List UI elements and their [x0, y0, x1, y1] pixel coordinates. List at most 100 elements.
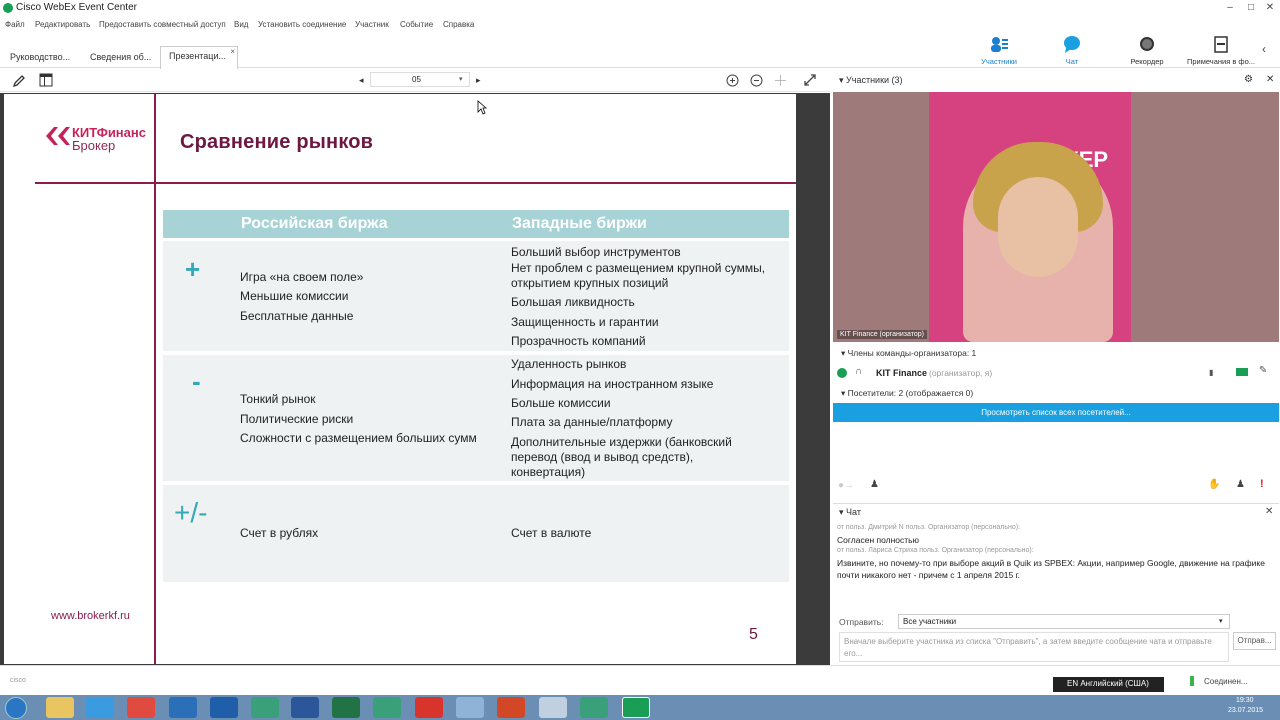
powerpoint-icon[interactable]	[497, 697, 525, 718]
video-camera-icon[interactable]	[1236, 368, 1248, 376]
presenter-ball-icon	[837, 368, 847, 378]
menu-event[interactable]: Событие	[400, 20, 433, 29]
menu-help[interactable]: Справка	[443, 20, 474, 29]
menu-file[interactable]: Файл	[5, 20, 25, 29]
chat-header[interactable]: ▾ Чат	[839, 507, 861, 518]
zoom-in-icon[interactable]	[726, 74, 739, 87]
menu-connect[interactable]: Установить соединение	[258, 20, 346, 29]
mic-icon[interactable]: ✎	[1259, 365, 1267, 376]
minus-west-2: Информация на иностранном языке	[511, 377, 714, 391]
more-icon[interactable]: ‹	[1262, 42, 1266, 56]
minus-ru-1: Тонкий рынок	[240, 392, 316, 406]
notes-icon	[1214, 36, 1228, 53]
minus-west-4: Плата за данные/платформу	[511, 415, 673, 429]
outlook-icon[interactable]	[210, 697, 238, 718]
zoom-out-icon[interactable]	[750, 74, 763, 87]
attendees-group-header[interactable]: ▾ Посетители: 2 (отображается 0)	[841, 388, 973, 399]
language-select[interactable]: EN Английский (США)	[1053, 677, 1164, 692]
fit-icon[interactable]	[774, 74, 787, 87]
headset-icon: ∩	[855, 366, 863, 377]
maximize-button[interactable]: □	[1243, 1, 1259, 15]
app-icon[interactable]	[415, 697, 443, 718]
minimize-button[interactable]: –	[1222, 1, 1238, 15]
ie-icon[interactable]	[86, 697, 114, 718]
page-value: 05	[412, 75, 421, 84]
tab-guide[interactable]: Руководство...	[2, 48, 78, 68]
plus-ru-3: Бесплатные данные	[240, 309, 354, 323]
app-title: Cisco WebEx Event Center	[16, 2, 137, 13]
webex-taskbar-icon[interactable]	[622, 697, 650, 718]
word-icon[interactable]	[291, 697, 319, 718]
tab-presentation[interactable]: Презентаци... ×	[160, 46, 238, 69]
folder-icon[interactable]	[456, 697, 484, 718]
menu-view[interactable]: Вид	[234, 20, 248, 29]
table-header: Российская биржа Западные биржи	[163, 210, 789, 238]
quik-icon-1[interactable]	[251, 697, 279, 718]
participants-header[interactable]: ▾ Участники (3)	[839, 75, 903, 86]
video-feed: БРОКЕР KIT Finance (организатор)	[833, 92, 1279, 342]
gear-icon[interactable]: ⚙	[1244, 74, 1253, 85]
slide-page-number: 5	[749, 626, 758, 643]
menu-participant[interactable]: Участник	[355, 20, 389, 29]
collapse-icon: ▾	[839, 75, 847, 85]
chat-label: Чат	[1065, 57, 1079, 66]
participants-button[interactable]: Участники	[969, 36, 1029, 66]
alert-icon[interactable]: !	[1260, 478, 1264, 490]
minus-ru-3: Сложности с размещением больших сумм	[240, 431, 477, 445]
col-western-header: Западные биржи	[512, 215, 647, 232]
start-button[interactable]	[5, 697, 27, 719]
close-button[interactable]: ✕	[1262, 1, 1278, 15]
raise-hand-icon[interactable]: ✋	[1208, 479, 1220, 490]
panel-toggle-icon[interactable]	[39, 73, 53, 87]
close-chat-icon[interactable]: ✕	[1265, 506, 1273, 517]
prev-page-icon[interactable]: ◂	[359, 75, 364, 86]
pencil-icon[interactable]	[12, 74, 26, 88]
excel-icon[interactable]	[332, 697, 360, 718]
recorder-button[interactable]: Рекордер	[1117, 36, 1177, 66]
add-person-icon[interactable]: ♟	[1236, 479, 1245, 490]
host-name[interactable]: KIT Finance	[876, 368, 927, 378]
notes-label: Примечания в фо...	[1186, 57, 1256, 66]
plusminus-symbol: +/-	[174, 497, 208, 528]
tab-info[interactable]: Сведения об...	[82, 48, 159, 68]
fullscreen-icon[interactable]	[803, 73, 817, 87]
chat-input[interactable]: Вначале выберите участника из списка "От…	[839, 632, 1229, 662]
chat-button[interactable]: Чат	[1042, 36, 1102, 66]
plus-west-2: Нет проблем с размещением крупной суммы,…	[511, 261, 766, 290]
language-value: EN Английский (США)	[1067, 679, 1149, 688]
send-to-label: Отправить:	[839, 617, 884, 627]
chat-meta-1: от польз. Дмитрий N польз. Организатор (…	[837, 524, 1021, 531]
chrome-icon[interactable]	[127, 697, 155, 718]
video-caption: KIT Finance (организатор)	[837, 330, 927, 339]
menu-bar: Файл Редактировать Предоставить совместн…	[0, 17, 1280, 33]
webex-logo-icon	[3, 3, 13, 13]
page-select[interactable]: 05 ▾	[370, 72, 470, 87]
next-page-icon[interactable]: ▸	[476, 75, 481, 86]
lync-icon[interactable]	[169, 697, 197, 718]
plus-ru-2: Меньшие комиссии	[240, 289, 349, 303]
pass-ball-icon[interactable]: ●→	[838, 480, 854, 491]
menu-edit[interactable]: Редактировать	[35, 20, 90, 29]
host-group-header[interactable]: ▾ Члены команды-организатора: 1	[841, 348, 976, 359]
view-all-attendees-button[interactable]: Просмотреть список всех посетителей...	[833, 403, 1279, 422]
close-tab-icon[interactable]: ×	[230, 47, 235, 56]
chart-app-icon[interactable]	[539, 697, 567, 718]
assign-privilege-icon[interactable]: ♟	[870, 479, 879, 490]
menu-share[interactable]: Предоставить совместный доступ	[99, 20, 226, 29]
connection-status: Соединен...	[1204, 677, 1248, 686]
close-panel-icon[interactable]: ✕	[1266, 74, 1274, 85]
explorer-icon[interactable]	[46, 697, 74, 718]
notes-button[interactable]: Примечания в фо...	[1185, 36, 1257, 66]
host-role: (организатор, я)	[929, 368, 993, 378]
quik-icon-3[interactable]	[580, 697, 608, 718]
recipient-select[interactable]: Все участники ▾	[898, 614, 1230, 629]
collapse-icon: ▾	[839, 507, 847, 517]
chat-meta-2: от польз. Лариса Стриха польз. Организат…	[837, 547, 1034, 554]
send-button[interactable]: Отправ...	[1233, 632, 1276, 650]
clock-time: 19:30	[1236, 697, 1254, 704]
quik-icon-2[interactable]	[373, 697, 401, 718]
collapse-icon: ▾	[841, 388, 848, 398]
slide-url: www.brokerkf.ru	[51, 610, 130, 622]
participants-header-label: Участники (3)	[846, 75, 903, 85]
col-russian-header: Российская биржа	[241, 215, 388, 232]
